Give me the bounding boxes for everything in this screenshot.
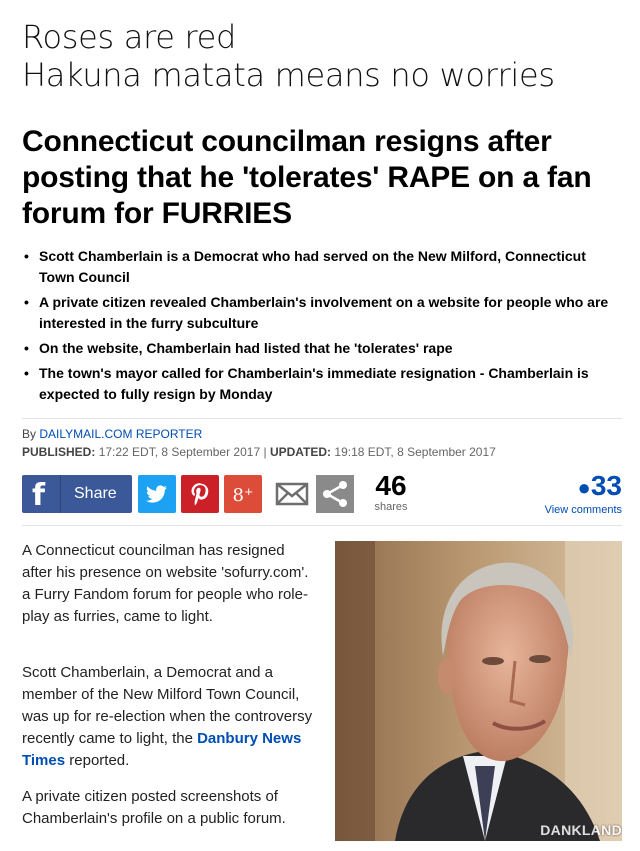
view-comments-label: View comments <box>544 504 622 516</box>
share-bar: f Share 8⁺ 46 shares ●33 View comments <box>22 471 622 516</box>
body-paragraph: A private citizen posted screenshots of … <box>22 788 286 827</box>
paragraph-text: reported. <box>65 752 130 769</box>
summary-bullet-text: On the website, Chamberlain had listed t… <box>39 340 453 356</box>
meme-caption: Roses are red Hakuna matata means no wor… <box>22 18 555 94</box>
twitter-share-button[interactable] <box>138 475 176 513</box>
summary-bullet: • Scott Chamberlain is a Democrat who had… <box>24 248 586 285</box>
share-count-label: shares <box>374 501 408 513</box>
svg-text:8⁺: 8⁺ <box>233 485 254 506</box>
watermark: DANKLAND <box>540 822 622 838</box>
publish-dates: PUBLISHED: 17:22 EDT, 8 September 2017 |… <box>22 443 496 461</box>
summary-bullet: • The town's mayor called for Chamberlain… <box>24 365 589 402</box>
divider <box>22 418 622 419</box>
share-icon <box>316 475 354 513</box>
updated-label: UPDATED: <box>269 445 332 459</box>
pinterest-share-button[interactable] <box>181 475 219 513</box>
byline: By DAILYMAIL.COM REPORTER <box>22 425 202 443</box>
body-paragraph: Scott Chamberlain, a Democrat and a memb… <box>22 662 318 772</box>
summary-bullet: • On the website, Chamberlain had listed … <box>24 340 453 356</box>
comment-count: 33 <box>590 470 622 501</box>
summary-bullet-text: The town's mayor called for Chamberlain'… <box>39 365 589 402</box>
byline-prefix: By <box>22 427 37 441</box>
published-label: PUBLISHED: <box>22 445 96 459</box>
summary-bullet-text: A private citizen revealed Chamberlain's… <box>39 294 609 331</box>
button-divider <box>60 475 61 513</box>
summary-bullet: • A private citizen revealed Chamberlain'… <box>24 294 609 331</box>
summary-bullets: • Scott Chamberlain is a Democrat who had… <box>22 246 622 409</box>
comments-link[interactable]: ●33 View comments <box>545 471 622 517</box>
facebook-icon: f <box>32 478 46 513</box>
published-value: 17:22 EDT, 8 September 2017 <box>98 445 261 459</box>
meme-caption-line-2: Hakuna matata means no worries <box>22 56 555 94</box>
share-count: 46 shares <box>371 470 411 514</box>
share-label: Share <box>74 485 117 502</box>
meme-caption-line-1: Roses are red <box>22 18 237 56</box>
share-count-number: 46 <box>375 470 407 501</box>
article-photo: DANKLAND <box>335 541 622 841</box>
google-plus-share-button[interactable]: 8⁺ <box>224 475 262 513</box>
date-separator: | <box>263 445 267 459</box>
article-headline: Connecticut councilman resigns after pos… <box>22 125 592 230</box>
pinterest-icon <box>191 483 209 506</box>
portrait-image <box>335 541 622 841</box>
summary-bullet-text: Scott Chamberlain is a Democrat who had … <box>39 248 586 285</box>
divider <box>22 525 622 526</box>
more-share-button[interactable] <box>316 475 354 513</box>
facebook-share-button[interactable]: f Share <box>22 475 132 513</box>
body-paragraph: A Connecticut councilman has resigned af… <box>22 542 309 625</box>
updated-value: 19:18 EDT, 8 September 2017 <box>334 445 496 459</box>
email-icon <box>275 482 309 506</box>
comment-bubble-icon: ● <box>577 475 591 500</box>
email-share-button[interactable] <box>273 475 311 513</box>
twitter-icon <box>146 485 167 503</box>
google-plus-icon: 8⁺ <box>233 485 254 506</box>
author-link[interactable]: DAILYMAIL.COM REPORTER <box>39 427 202 441</box>
